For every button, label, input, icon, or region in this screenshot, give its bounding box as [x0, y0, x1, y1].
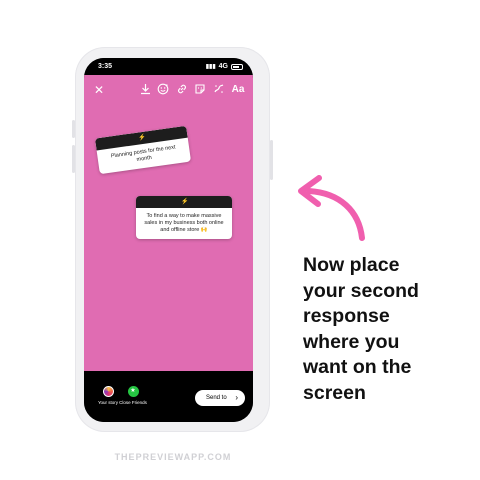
instruction-caption: Now place your second response where you… — [303, 253, 473, 406]
watermark: THEPREVIEWAPP.COM — [114, 452, 232, 462]
send-to-label: Send to — [206, 395, 227, 401]
sticker-icon[interactable] — [193, 83, 207, 95]
phone-screen: 3:35 ▮▮▮ 4G ✕ Aa ⚡ Planning posts for th… — [84, 58, 253, 422]
send-to-button[interactable]: Send to › — [195, 390, 245, 406]
question-response-card[interactable]: ⚡ Planning posts for the next month — [94, 125, 192, 175]
chevron-right-icon: › — [235, 393, 238, 402]
close-friends-label: Close Friends — [119, 400, 147, 405]
share-bar: Your story Close Friends Send to › — [84, 371, 253, 422]
close-icon[interactable]: ✕ — [92, 83, 106, 97]
card-header: ⚡ — [136, 196, 232, 208]
avatar — [102, 386, 114, 397]
response-text: To find a way to make massive sales in m… — [144, 213, 224, 233]
network-label: 4G — [218, 63, 228, 70]
battery-icon — [231, 63, 243, 70]
phone-side-button — [270, 140, 273, 180]
status-bar: 3:35 ▮▮▮ 4G — [84, 58, 253, 75]
caption-line: where you — [303, 330, 400, 353]
curved-arrow-icon — [298, 175, 365, 241]
question-response-card[interactable]: ⚡ To find a way to make massive sales in… — [136, 196, 232, 239]
lightning-icon: ⚡ — [181, 199, 189, 205]
status-time: 3:35 — [98, 63, 113, 70]
story-toolbar: ✕ Aa — [84, 83, 253, 99]
close-friends-button[interactable]: Close Friends — [113, 386, 153, 405]
caption-line: Now place — [303, 254, 400, 276]
link-icon[interactable] — [175, 83, 189, 95]
lightning-icon: ⚡ — [137, 134, 147, 142]
caption-line: response — [303, 305, 390, 327]
notch — [126, 58, 211, 73]
caption-line: your second — [303, 279, 419, 302]
download-icon[interactable] — [138, 83, 152, 95]
caption-line: want on the — [303, 356, 412, 378]
phone-side-button — [72, 145, 75, 173]
face-filter-icon[interactable] — [156, 83, 170, 95]
signal-icon: ▮▮▮ — [205, 64, 216, 70]
caption-line: screen — [303, 381, 366, 404]
draw-icon[interactable] — [212, 83, 226, 95]
text-tool-button[interactable]: Aa — [230, 83, 246, 97]
star-icon — [127, 386, 139, 397]
story-canvas[interactable]: ✕ Aa ⚡ Planning posts for the next month — [84, 75, 253, 371]
phone-side-button — [72, 120, 75, 138]
